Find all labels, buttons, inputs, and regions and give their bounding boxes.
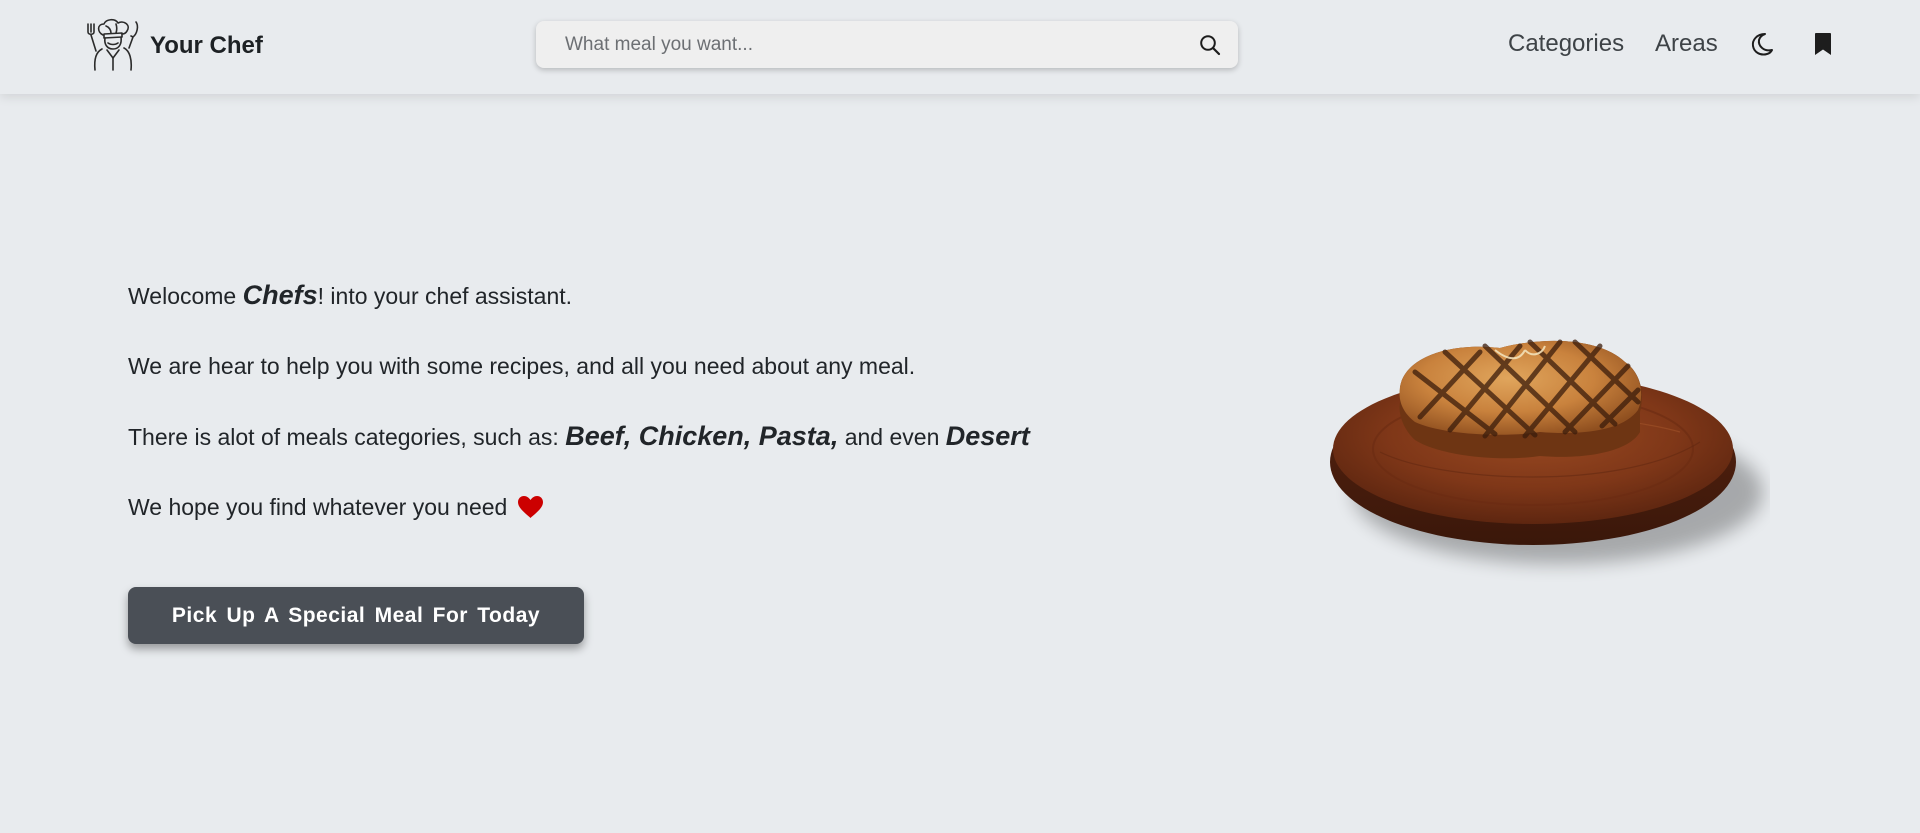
bookmark-icon [1815, 33, 1831, 55]
nav-link-areas[interactable]: Areas [1655, 28, 1718, 60]
heart-icon [518, 495, 544, 518]
search-input[interactable] [536, 21, 1182, 68]
categories-text: There is alot of meals categories, such … [128, 424, 566, 450]
hope-text: We hope you find whatever you need [128, 493, 508, 520]
chef-logo-icon [87, 18, 139, 71]
hero-text: Welocome Chefs! into your chef assistant… [128, 274, 1108, 528]
hope-line: We hope you find whatever you need [128, 486, 1108, 528]
bookmarks-button[interactable] [1806, 27, 1840, 61]
intro-line: We are hear to help you with some recipe… [128, 352, 916, 379]
categories-line: There is alot of meals categories, such … [128, 415, 1108, 457]
navbar: Your Chef Categories Areas [0, 0, 1920, 94]
welcome-text-end: ! into your chef assistant. [317, 283, 573, 309]
welcome-line: Welocome Chefs! into your chef assistant… [128, 274, 1108, 316]
categories-text-mid: and even [838, 424, 946, 450]
pick-special-meal-button[interactable]: Pick Up A Special Meal For Today [128, 587, 584, 644]
theme-toggle-button[interactable] [1745, 27, 1779, 61]
brand-name: Your Chef [150, 32, 263, 59]
search-bar [536, 21, 1238, 68]
moon-icon [1751, 33, 1773, 56]
welcome-text: Welocome [128, 283, 243, 309]
search-icon [1200, 34, 1221, 55]
search-button[interactable] [1182, 21, 1238, 68]
nav-link-categories[interactable]: Categories [1508, 28, 1624, 60]
categories-emphasis: Beef, Chicken, Pasta, [565, 421, 839, 451]
brand-link[interactable]: Your Chef [82, 18, 263, 74]
desert-emphasis: Desert [945, 421, 1030, 451]
steak-image [1330, 339, 1763, 564]
chefs-emphasis: Chefs [242, 280, 318, 310]
